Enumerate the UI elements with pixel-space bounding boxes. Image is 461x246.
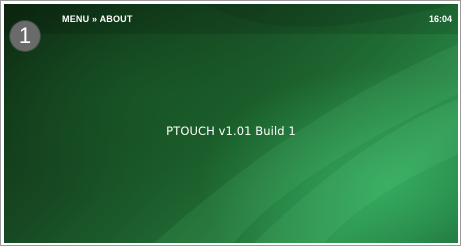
breadcrumb: MENU » ABOUT (62, 14, 133, 24)
status-bar: MENU » ABOUT 16:04 (4, 4, 458, 34)
device-frame: MENU » ABOUT 16:04 PTOUCH v1.01 Build 1 … (0, 0, 461, 246)
about-screen: MENU » ABOUT 16:04 PTOUCH v1.01 Build 1 (4, 4, 458, 243)
step-number-badge: 1 (10, 21, 40, 51)
clock: 16:04 (428, 14, 452, 24)
version-label: PTOUCH v1.01 Build 1 (166, 124, 296, 138)
